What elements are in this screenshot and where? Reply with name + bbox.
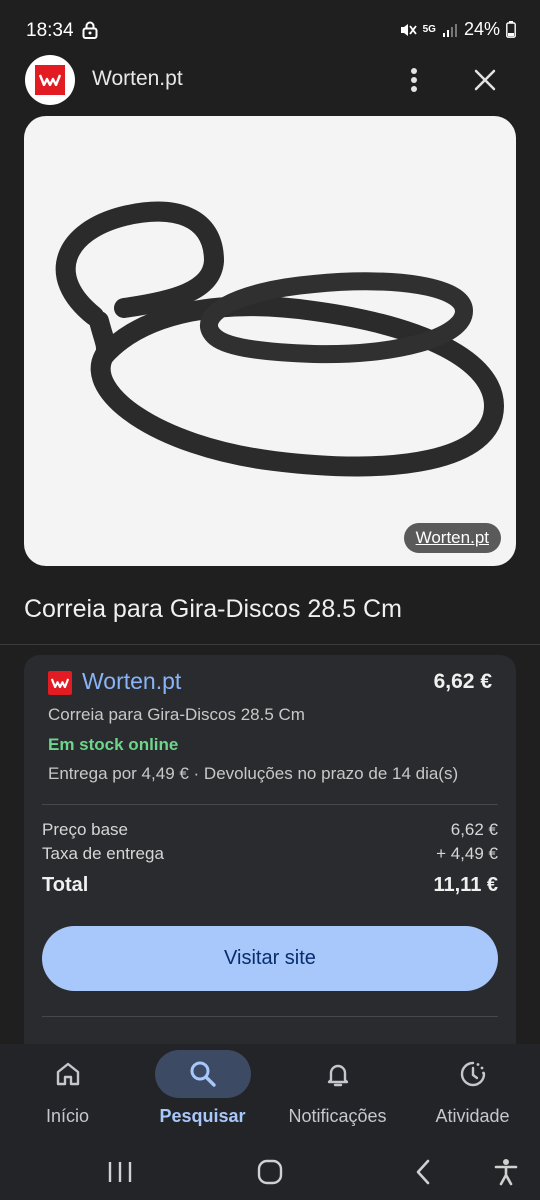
product-title: Correia para Gira-Discos 28.5 Cm <box>24 595 402 623</box>
home-icon <box>20 1050 116 1098</box>
nav-item-search[interactable]: Pesquisar <box>135 1044 270 1140</box>
close-button[interactable] <box>468 63 502 97</box>
base-price-label: Preço base <box>42 820 128 839</box>
divider <box>0 644 540 645</box>
accessibility-icon <box>494 1159 518 1186</box>
nav-label-home: Início <box>45 1106 90 1126</box>
product-image[interactable]: Worten.pt <box>24 116 516 566</box>
battery-percent: 24% <box>463 19 500 39</box>
nav-item-home[interactable]: Início <box>0 1044 135 1140</box>
image-source-badge[interactable]: Worten.pt <box>403 523 501 553</box>
battery-icon <box>506 21 516 38</box>
nav-item-notifications[interactable]: Notificações <box>270 1044 405 1140</box>
search-icon <box>154 1050 251 1098</box>
network-label: 5G <box>422 23 436 35</box>
system-nav-bar <box>0 1140 540 1200</box>
base-price-value: 6,62 € <box>450 820 498 839</box>
back-button[interactable] <box>401 1150 445 1194</box>
bell-icon <box>290 1050 386 1098</box>
mute-icon <box>399 21 417 39</box>
status-time: 18:34 <box>26 20 74 41</box>
stock-status: Em stock online <box>48 735 179 754</box>
visit-site-button[interactable]: Visitar site <box>42 926 498 991</box>
site-header: Worten.pt <box>0 55 540 105</box>
status-icons: 5G 24% <box>399 19 516 40</box>
nav-item-activity[interactable]: Atividade <box>405 1044 540 1140</box>
worten-logo-icon <box>25 55 75 105</box>
lock-icon <box>82 21 98 39</box>
more-vert-icon <box>411 68 417 92</box>
total-label: Total <box>42 874 89 896</box>
delivery-info: Entrega por 4,49 € · Devoluções no prazo… <box>48 764 459 783</box>
bottom-nav: Início Pesquisar Notificações Atividade <box>0 1044 540 1140</box>
site-name: Worten.pt <box>92 67 183 90</box>
home-circle-icon <box>257 1159 283 1185</box>
accessibility-button[interactable] <box>484 1150 528 1194</box>
nav-label-activity: Atividade <box>435 1106 510 1126</box>
signal-icon <box>442 22 458 38</box>
status-bar: 18:34 5G 24% <box>0 0 540 60</box>
more-options-button[interactable] <box>398 63 430 97</box>
nav-label-notifications: Notificações <box>288 1106 387 1126</box>
activity-icon <box>425 1050 521 1098</box>
total-value: 11,11 € <box>433 874 498 896</box>
offer-card: Worten.pt 6,62 € Correia para Gira-Disco… <box>24 655 516 1075</box>
offer-product-name: Correia para Gira-Discos 28.5 Cm <box>48 705 305 724</box>
turntable-belt-image <box>55 201 505 477</box>
home-system-button[interactable] <box>248 1150 292 1194</box>
card-divider <box>42 1016 498 1017</box>
seller-link[interactable]: Worten.pt <box>82 668 181 695</box>
recents-icon <box>108 1162 132 1182</box>
close-icon <box>474 69 496 91</box>
seller-logo-icon <box>48 671 72 695</box>
delivery-fee-value: + 4,49 € <box>436 844 498 863</box>
card-divider <box>42 804 498 805</box>
back-icon <box>416 1159 430 1185</box>
delivery-fee-label: Taxa de entrega <box>42 844 164 863</box>
nav-label-search: Pesquisar <box>159 1106 246 1126</box>
recent-apps-button[interactable] <box>98 1150 142 1194</box>
offer-price: 6,62 € <box>433 670 492 693</box>
